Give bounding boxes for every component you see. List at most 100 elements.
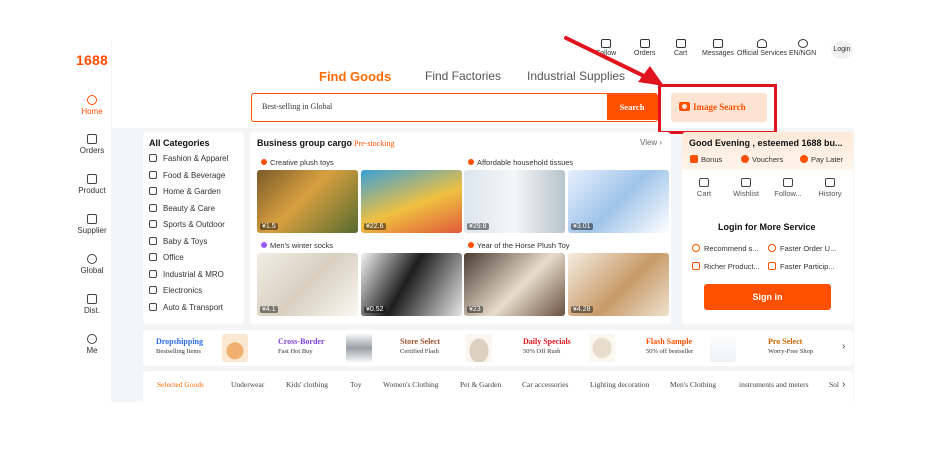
search-button[interactable]: Search	[607, 94, 657, 120]
promo-thumbnail	[466, 334, 492, 362]
category-label: Baby & Toys	[163, 237, 208, 246]
category-tab[interactable]: Toy	[350, 380, 362, 389]
quick-label: Wishlist	[733, 189, 759, 198]
quick-wishlist[interactable]: Wishlist	[726, 178, 766, 198]
perk-label: Pay Later	[811, 155, 844, 164]
nav-product[interactable]: Product	[73, 174, 111, 195]
view-label: View	[640, 138, 658, 147]
category-home[interactable]: Home & Garden	[149, 187, 221, 196]
category-label: Electronics	[163, 286, 203, 295]
nav-home[interactable]: Home	[73, 95, 111, 116]
home-icon	[87, 95, 97, 105]
group-label[interactable]: Year of the Horse Plush Toy	[468, 241, 570, 250]
top-language-label: EN/NGN	[789, 50, 817, 57]
category-tab[interactable]: Women's Clothing	[383, 380, 439, 389]
promo-pro-select[interactable]: Pro Select Worry-Free Shop	[768, 337, 813, 355]
nav-orders[interactable]: Orders	[73, 134, 111, 155]
promo-thumbnail	[222, 334, 248, 362]
product-card[interactable]: ¥1.5	[257, 170, 358, 233]
chevron-right-icon[interactable]: ›	[842, 341, 845, 352]
sign-in-button[interactable]: Sign in	[704, 284, 831, 310]
promo-thumbnail	[589, 334, 615, 362]
nav-supplier[interactable]: Supplier	[73, 214, 111, 235]
top-cart-label: Cart	[674, 50, 688, 57]
product-card[interactable]: ¥22.6	[361, 170, 462, 233]
perk-vouchers[interactable]: Vouchers	[741, 155, 783, 164]
category-tab[interactable]: Underwear	[231, 380, 264, 389]
service-label: Faster Particip...	[780, 262, 835, 271]
promo-subtitle: Fast Hot Buy	[278, 348, 313, 355]
top-language[interactable]: EN/NGN	[789, 39, 816, 57]
promo-title: Daily Specials	[523, 337, 571, 346]
product-card[interactable]: ¥23	[464, 253, 565, 316]
category-label: Fashion & Apparel	[163, 154, 229, 163]
category-fashion[interactable]: Fashion & Apparel	[149, 154, 228, 163]
group-label[interactable]: Men's winter socks	[261, 241, 333, 250]
group-label-text: Creative plush toys	[270, 158, 334, 167]
perk-bonus[interactable]: Bonus	[690, 155, 722, 164]
category-electronics[interactable]: Electronics	[149, 286, 202, 295]
category-tab[interactable]: Lighting decoration	[590, 380, 649, 389]
top-messages[interactable]: Messages	[702, 39, 734, 57]
fire-icon	[261, 242, 267, 248]
category-tab[interactable]: Sol	[829, 380, 839, 389]
promo-store-select[interactable]: Store Select Certified Flash	[400, 337, 440, 355]
product-card[interactable]: ¥3.01	[568, 170, 669, 233]
category-tab[interactable]: instruments and meters	[739, 380, 809, 389]
category-beauty[interactable]: Beauty & Care	[149, 204, 215, 213]
check-icon	[768, 262, 776, 270]
top-cart[interactable]: Cart	[674, 39, 687, 57]
top-official-services-label: Official Services	[737, 50, 788, 57]
nav-me[interactable]: Me	[73, 334, 111, 355]
top-official-services[interactable]: Official Services	[737, 39, 787, 57]
promo-cross-border[interactable]: Cross-Border Fast Hot Buy	[278, 337, 325, 355]
product-card[interactable]: ¥4.1	[257, 253, 358, 316]
category-label: Home & Garden	[163, 187, 221, 196]
category-tab[interactable]: Pet & Garden	[460, 380, 501, 389]
category-tab[interactable]: Kids' clothing	[286, 380, 328, 389]
group-label[interactable]: Affordable household tissues	[468, 158, 573, 167]
nav-global[interactable]: Global	[73, 254, 111, 275]
quick-follow[interactable]: Follow...	[768, 178, 808, 198]
chevron-right-icon[interactable]: ›	[842, 379, 845, 390]
category-tab[interactable]: Car accessories	[522, 380, 568, 389]
category-sports[interactable]: Sports & Outdoor	[149, 220, 225, 229]
logo[interactable]: 1688	[76, 52, 108, 68]
login-button[interactable]: Login	[831, 41, 853, 59]
promo-strip	[143, 330, 853, 366]
nav-distribution[interactable]: Dist.	[73, 294, 111, 315]
product-price: ¥29.8	[467, 223, 489, 230]
category-auto[interactable]: Auto & Transport	[149, 303, 223, 312]
quick-cart[interactable]: Cart	[684, 178, 724, 198]
category-label: Sports & Outdoor	[163, 220, 225, 229]
group-label[interactable]: Creative plush toys	[261, 158, 334, 167]
perk-pay-later[interactable]: Pay Later	[800, 155, 843, 164]
tab-find-factories[interactable]: Find Factories	[425, 69, 501, 83]
category-baby[interactable]: Baby & Toys	[149, 237, 207, 246]
category-office[interactable]: Office	[149, 253, 184, 262]
top-messages-label: Messages	[702, 50, 734, 57]
product-card[interactable]: ¥4.28	[568, 253, 669, 316]
promo-title: Dropshipping	[156, 337, 203, 346]
tab-find-goods[interactable]: Find Goods	[319, 69, 391, 84]
product-price: ¥4.1	[260, 306, 278, 313]
quick-history[interactable]: History	[810, 178, 850, 198]
category-tab[interactable]: Men's Clothing	[670, 380, 716, 389]
promo-thumbnail	[346, 334, 372, 362]
category-industrial[interactable]: Industrial & MRO	[149, 270, 224, 279]
category-food[interactable]: Food & Beverage	[149, 171, 225, 180]
promo-daily-specials[interactable]: Daily Specials 50% Off Rush	[523, 337, 571, 355]
promo-dropshipping[interactable]: Dropshipping Bestselling Items	[156, 337, 203, 355]
perk-label: Bonus	[701, 155, 723, 164]
view-more-link[interactable]: View ›	[640, 138, 662, 147]
promo-flash-sample[interactable]: Flash Sample 50% off bestseller	[646, 337, 693, 355]
category-tab[interactable]: Selected Goods	[157, 380, 204, 389]
globe-icon	[797, 39, 808, 48]
product-price: ¥23	[467, 306, 483, 313]
product-card[interactable]: ¥29.8	[464, 170, 565, 233]
nav-product-label: Product	[78, 186, 106, 195]
history-icon	[825, 178, 835, 187]
product-card[interactable]: ¥0.52	[361, 253, 462, 316]
business-group-subtitle: Pre-stocking	[354, 139, 395, 148]
search-input[interactable]: Best-selling in Global	[262, 102, 332, 111]
